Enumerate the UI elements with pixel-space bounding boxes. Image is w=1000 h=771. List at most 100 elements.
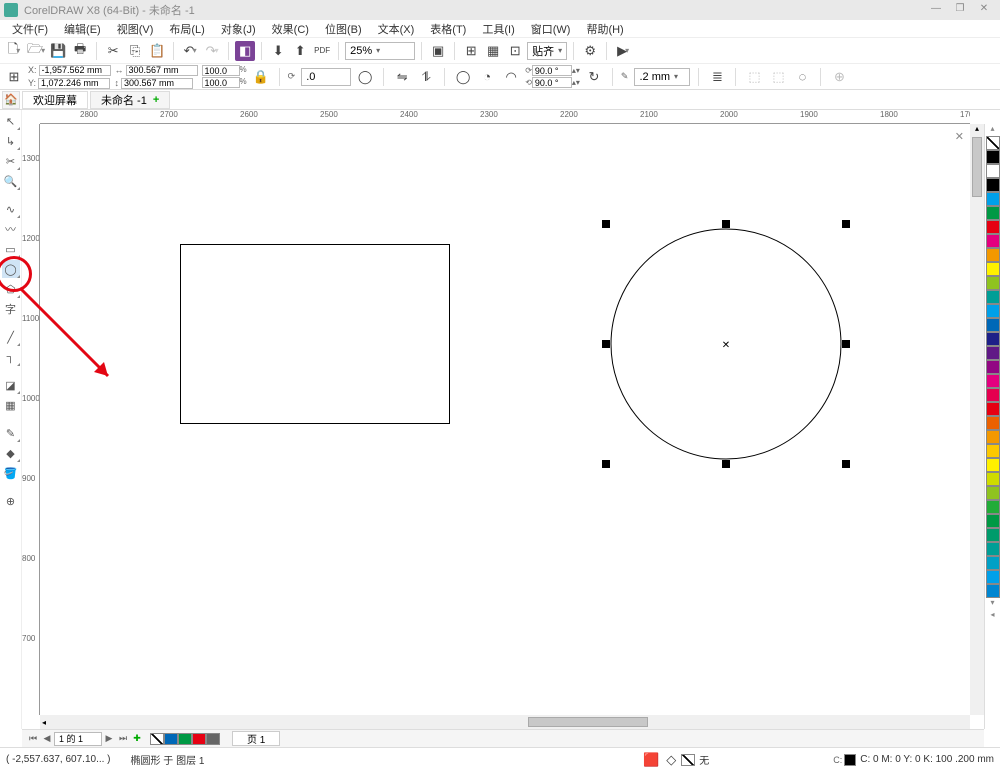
connector-tool[interactable]: ┐ — [2, 348, 20, 366]
menu-text[interactable]: 文本(X) — [370, 19, 423, 39]
rotation-input[interactable]: .0 — [301, 68, 351, 86]
doc-color-swatch[interactable] — [150, 733, 164, 745]
snap-combo[interactable]: 贴齐▾ — [527, 42, 567, 60]
scale-y-input[interactable] — [202, 77, 240, 88]
color-swatch[interactable] — [986, 290, 1000, 304]
color-swatch[interactable] — [986, 178, 1000, 192]
zoom-combo[interactable]: 25%▾ — [345, 42, 415, 60]
freehand-tool[interactable]: ∿ — [2, 200, 20, 218]
menu-object[interactable]: 对象(J) — [213, 19, 264, 39]
menu-edit[interactable]: 编辑(E) — [56, 19, 109, 39]
interactive-fill-tool[interactable]: ◆ — [2, 444, 20, 462]
show-grid-button[interactable]: ▦ — [483, 41, 503, 61]
end-angle-input[interactable] — [532, 77, 572, 88]
color-swatch[interactable] — [986, 570, 1000, 584]
add-page-button[interactable]: ✚ — [130, 733, 144, 744]
to-back-button[interactable]: ⬚ — [768, 67, 788, 87]
color-swatch[interactable] — [986, 304, 1000, 318]
outline-swatch-icon[interactable] — [844, 754, 856, 766]
search-content-button[interactable]: ◧ — [235, 41, 255, 61]
fill-swatch-icon[interactable] — [681, 754, 695, 766]
scale-x-input[interactable] — [202, 65, 240, 76]
doc-color-swatch[interactable] — [206, 733, 220, 745]
fill-indicator-icon[interactable]: ◇ — [661, 750, 681, 770]
selection-handle[interactable] — [722, 460, 730, 468]
color-swatch[interactable] — [986, 192, 1000, 206]
next-page-button[interactable]: ▶ — [102, 733, 116, 744]
palette-up-icon[interactable]: ▴ — [985, 124, 1000, 136]
options-button[interactable]: ⚙ — [580, 41, 600, 61]
show-rulers-button[interactable]: ⊞ — [461, 41, 481, 61]
menu-bitmap[interactable]: 位图(B) — [317, 19, 370, 39]
quick-customize-button[interactable]: ⊕ — [829, 67, 849, 87]
color-swatch[interactable] — [986, 374, 1000, 388]
palette-down-icon[interactable]: ▾ — [985, 598, 1000, 610]
arc-shape-button[interactable]: ◠ — [501, 67, 521, 87]
horizontal-scrollbar[interactable]: ◂ — [40, 715, 970, 729]
smart-fill-tool[interactable]: 🪣 — [2, 464, 20, 482]
page-counter[interactable]: 1 的 1 — [54, 732, 102, 746]
rectangle-object[interactable] — [180, 244, 450, 424]
color-swatch[interactable] — [986, 234, 1000, 248]
add-tab-icon[interactable]: + — [153, 94, 159, 106]
menu-help[interactable]: 帮助(H) — [578, 19, 631, 39]
color-swatch[interactable] — [986, 346, 1000, 360]
to-front-button[interactable]: ⬚ — [744, 67, 764, 87]
first-page-button[interactable]: ⏮ — [26, 733, 40, 744]
selection-handle[interactable] — [842, 460, 850, 468]
prev-page-button[interactable]: ◀ — [40, 733, 54, 744]
color-swatch[interactable] — [986, 206, 1000, 220]
color-swatch[interactable] — [986, 486, 1000, 500]
lock-ratio-button[interactable]: 🔒 — [251, 67, 271, 87]
paste-button[interactable]: 📋 — [147, 41, 167, 61]
doc-color-swatch[interactable] — [164, 733, 178, 745]
artistic-media-tool[interactable]: 〰 — [2, 220, 20, 238]
y-position-input[interactable] — [38, 78, 110, 89]
selection-handle[interactable] — [602, 460, 610, 468]
drawing-canvas[interactable]: ✕ ✕ — [40, 124, 970, 715]
drop-shadow-tool[interactable]: ◪ — [2, 376, 20, 394]
launch-button[interactable]: ▶▾ — [613, 41, 633, 61]
color-proof-icon[interactable]: 🟥 — [641, 750, 661, 770]
home-tab[interactable]: 🏠 — [2, 91, 20, 109]
ellipse-shape-button[interactable]: ◯ — [453, 67, 473, 87]
color-swatch[interactable] — [986, 556, 1000, 570]
color-swatch[interactable] — [986, 514, 1000, 528]
show-guides-button[interactable]: ⊡ — [505, 41, 525, 61]
menu-tools[interactable]: 工具(I) — [474, 19, 522, 39]
height-input[interactable] — [121, 78, 193, 89]
menu-effects[interactable]: 效果(C) — [264, 19, 317, 39]
save-button[interactable]: 💾 — [48, 41, 68, 61]
document-tab[interactable]: 未命名 -1+ — [90, 91, 170, 109]
color-swatch[interactable] — [986, 444, 1000, 458]
ellipse-tool[interactable]: ◯ — [2, 260, 20, 278]
fullscreen-button[interactable]: ▣ — [428, 41, 448, 61]
quick-customize-tool[interactable]: ⊕ — [2, 492, 20, 510]
print-button[interactable]: 🖶 — [70, 41, 90, 61]
horizontal-ruler[interactable]: 2800 2700 2600 2500 2400 2300 2200 2100 … — [40, 110, 970, 124]
undo-button[interactable]: ↶▾ — [180, 41, 200, 61]
zoom-tool[interactable]: 🔍 — [2, 172, 20, 190]
menu-layout[interactable]: 布局(L) — [161, 19, 212, 39]
color-swatch[interactable] — [986, 262, 1000, 276]
color-swatch[interactable] — [986, 416, 1000, 430]
origin-icon[interactable]: ⊞ — [4, 67, 24, 87]
export-button[interactable]: ⬆ — [290, 41, 310, 61]
width-input[interactable] — [126, 65, 198, 76]
parallel-dimension-tool[interactable]: ╱ — [2, 328, 20, 346]
open-button[interactable]: 🗁▾ — [26, 41, 46, 61]
publish-pdf-button[interactable]: PDF — [312, 41, 332, 61]
color-swatch[interactable] — [986, 276, 1000, 290]
import-button[interactable]: ⬇ — [268, 41, 288, 61]
palette-flyout-icon[interactable]: ◂ — [985, 610, 1000, 622]
selection-handle[interactable] — [842, 220, 850, 228]
color-swatch[interactable] — [986, 220, 1000, 234]
color-swatch[interactable] — [986, 430, 1000, 444]
color-swatch[interactable] — [986, 402, 1000, 416]
no-color-swatch[interactable] — [986, 136, 1000, 150]
rectangle-tool[interactable]: ▭ — [2, 240, 20, 258]
color-eyedropper-tool[interactable]: ✎ — [2, 424, 20, 442]
color-swatch[interactable] — [986, 458, 1000, 472]
vertical-ruler[interactable]: 1300 1200 1100 1000 900 800 700 600 — [22, 124, 40, 715]
crop-tool[interactable]: ✂ — [2, 152, 20, 170]
